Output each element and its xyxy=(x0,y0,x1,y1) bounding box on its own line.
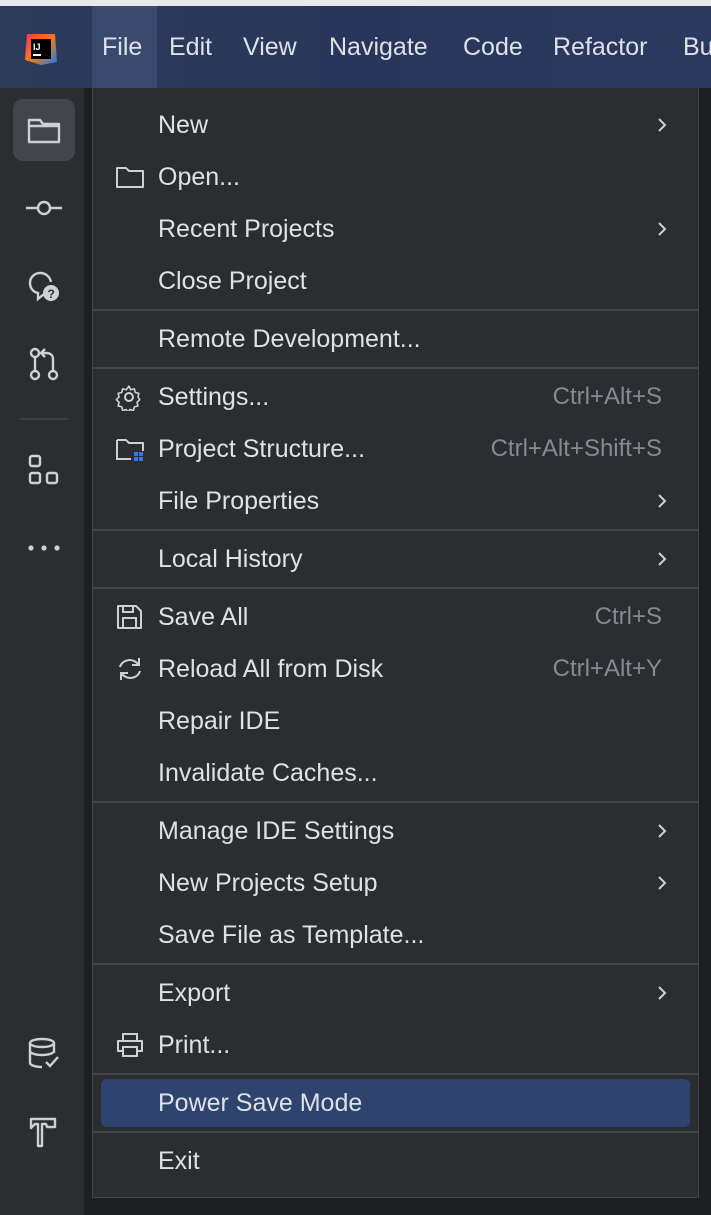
menu-item-label: Settings... xyxy=(158,383,270,411)
save-icon xyxy=(117,605,142,629)
menu-item-remote-development[interactable]: Remote Development... xyxy=(93,313,698,365)
chevron-right-icon xyxy=(658,494,667,508)
menu-item-reload-all[interactable]: Reload All from Disk Ctrl+Alt+Y xyxy=(93,643,698,695)
menu-item-recent-projects[interactable]: Recent Projects xyxy=(93,203,698,255)
chevron-right-icon xyxy=(658,824,667,838)
menu-item-repair-ide[interactable]: Repair IDE xyxy=(93,695,698,747)
menu-item-save-all[interactable]: Save All Ctrl+S xyxy=(93,591,698,643)
reload-icon xyxy=(119,658,141,680)
menu-item-local-history[interactable]: Local History xyxy=(93,533,698,585)
printer-icon xyxy=(117,1033,143,1057)
more-icon[interactable] xyxy=(13,517,75,579)
shortcut-text: Ctrl+Alt+S xyxy=(552,383,662,410)
chevron-right-icon xyxy=(658,222,667,236)
menu-item-label: Manage IDE Settings xyxy=(158,817,395,845)
menu-item-new[interactable]: New xyxy=(93,99,698,151)
menu-item-print[interactable]: Print... xyxy=(93,1019,698,1071)
menu-item-label: Reload All from Disk xyxy=(158,655,384,683)
menu-item-label: Project Structure... xyxy=(158,435,366,463)
menu-separator xyxy=(93,309,698,311)
shortcut-text: Ctrl+Alt+Shift+S xyxy=(490,435,662,462)
menu-separator xyxy=(93,963,698,965)
menu-item-open[interactable]: Open... xyxy=(93,151,698,203)
toolbar-separator xyxy=(20,418,68,420)
menu-item-label: Remote Development... xyxy=(158,325,421,353)
commit-icon[interactable] xyxy=(13,177,75,239)
menu-item-label: Invalidate Caches... xyxy=(158,759,378,787)
menu-separator xyxy=(93,367,698,369)
build-hammer-icon[interactable] xyxy=(13,1101,75,1163)
project-folder-icon[interactable] xyxy=(13,99,75,161)
svg-text:?: ? xyxy=(48,287,55,301)
menu-item-label: Print... xyxy=(158,1031,231,1059)
menu-code[interactable]: Code xyxy=(453,6,533,88)
file-menu-dropdown: New Open... Recent Projects Close Projec… xyxy=(92,88,699,1198)
svg-text:IJ: IJ xyxy=(33,42,41,52)
project-structure-icon xyxy=(116,439,144,461)
menu-item-exit[interactable]: Exit xyxy=(93,1135,698,1187)
menu-item-project-structure[interactable]: Project Structure... Ctrl+Alt+Shift+S xyxy=(93,423,698,475)
chevron-right-icon xyxy=(658,118,667,132)
menu-separator xyxy=(93,801,698,803)
menu-item-label: New xyxy=(158,111,209,139)
database-icon[interactable] xyxy=(13,1023,75,1085)
menu-item-label: Local History xyxy=(158,545,303,573)
menu-item-label: Save All xyxy=(158,603,249,631)
menu-build[interactable]: Bu xyxy=(673,6,711,88)
ai-assistant-icon[interactable]: ? xyxy=(13,255,75,317)
menu-item-label: Open... xyxy=(158,163,240,191)
menu-item-power-save-mode[interactable]: Power Save Mode xyxy=(93,1077,698,1129)
gear-icon xyxy=(115,385,141,411)
menu-item-file-properties[interactable]: File Properties xyxy=(93,475,698,527)
menu-item-close-project[interactable]: Close Project xyxy=(93,255,698,307)
menu-edit[interactable]: Edit xyxy=(159,6,222,88)
menu-item-label: Power Save Mode xyxy=(158,1089,363,1117)
menu-separator xyxy=(93,1073,698,1075)
menu-item-label: Repair IDE xyxy=(158,707,281,735)
menu-item-label: Recent Projects xyxy=(158,215,335,243)
main-menubar: IJ File Edit View Navigate Code Refactor… xyxy=(0,6,711,88)
menu-file[interactable]: File xyxy=(92,6,157,88)
structure-icon[interactable] xyxy=(13,439,75,501)
menu-item-label: New Projects Setup xyxy=(158,869,378,897)
menu-item-label: Close Project xyxy=(158,267,307,295)
menu-navigate[interactable]: Navigate xyxy=(319,6,438,88)
menu-item-label: Exit xyxy=(158,1147,200,1175)
folder-icon xyxy=(116,167,144,188)
menu-item-save-file-as-template[interactable]: Save File as Template... xyxy=(93,909,698,961)
menu-separator xyxy=(93,1131,698,1133)
menu-item-export[interactable]: Export xyxy=(93,967,698,1019)
shortcut-text: Ctrl+Alt+Y xyxy=(552,655,662,682)
menu-item-label: Save File as Template... xyxy=(158,921,425,949)
menu-item-invalidate-caches[interactable]: Invalidate Caches... xyxy=(93,747,698,799)
menu-item-label: Export xyxy=(158,979,231,1007)
menu-item-manage-ide-settings[interactable]: Manage IDE Settings xyxy=(93,805,698,857)
menu-item-label: File Properties xyxy=(158,487,320,515)
chevron-right-icon xyxy=(658,986,667,1000)
chevron-right-icon xyxy=(658,552,667,566)
menu-item-new-projects-setup[interactable]: New Projects Setup xyxy=(93,857,698,909)
shortcut-text: Ctrl+S xyxy=(594,603,662,630)
tool-window-bar: ? xyxy=(2,88,85,1215)
menu-item-settings[interactable]: Settings... Ctrl+Alt+S xyxy=(93,371,698,423)
intellij-logo-icon[interactable]: IJ xyxy=(24,32,58,66)
menu-view[interactable]: View xyxy=(233,6,307,88)
menu-separator xyxy=(93,529,698,531)
menu-separator xyxy=(93,587,698,589)
pull-requests-icon[interactable] xyxy=(13,333,75,395)
menu-refactor[interactable]: Refactor xyxy=(543,6,657,88)
chevron-right-icon xyxy=(658,876,667,890)
